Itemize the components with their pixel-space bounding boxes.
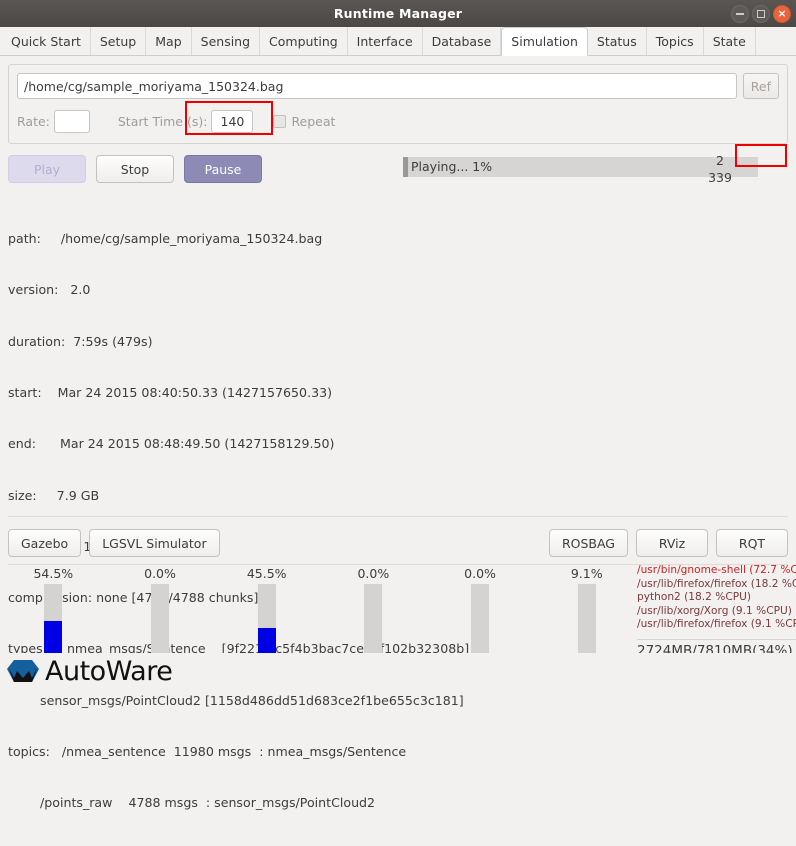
simulation-panel: Ref Rate: Start Time (s): Repeat Play St… — [0, 64, 796, 810]
bagfile-info-text: path: /home/cg/sample_moriyama_150324.ba… — [8, 196, 796, 846]
info-line-size: size: 7.9 GB — [8, 487, 100, 503]
stop-button[interactable]: Stop — [96, 155, 174, 183]
bagfile-options-row: Rate: Start Time (s): Repeat — [17, 108, 779, 134]
info-line-path: path: /home/cg/sample_moriyama_150324.ba… — [8, 231, 323, 247]
pause-button[interactable]: Pause — [184, 155, 262, 183]
tab-sensing[interactable]: Sensing — [192, 27, 261, 55]
cpu0-percent: 54.5% — [33, 566, 74, 581]
transport-controls: Play Stop Pause Playing... 1% 2 339 — [8, 153, 788, 185]
tab-computing[interactable]: Computing — [260, 27, 348, 55]
process-row: /usr/lib/firefox/firefox (9.1 %CPU) — [637, 618, 796, 631]
window-titlebar: Runtime Manager × — [0, 0, 796, 27]
start-time-input[interactable] — [211, 109, 254, 133]
tab-quick-start[interactable]: Quick Start — [2, 27, 91, 55]
rviz-button[interactable]: RViz — [636, 529, 708, 557]
tab-topics[interactable]: Topics — [647, 27, 704, 55]
tab-interface[interactable]: Interface — [348, 27, 423, 55]
info-line-duration: duration: 7:59s (479s) — [8, 333, 153, 349]
tab-map[interactable]: Map — [146, 27, 192, 55]
tab-simulation[interactable]: Simulation — [501, 27, 588, 56]
divider-above-tools — [8, 516, 788, 517]
play-button[interactable]: Play — [8, 155, 86, 183]
process-row: python2 (18.2 %CPU) — [637, 591, 751, 604]
window-title: Runtime Manager — [333, 6, 463, 21]
playback-counters: 2 339 — [690, 152, 750, 186]
repeat-checkbox[interactable] — [273, 114, 287, 128]
tool-buttons-row: Gazebo LGSVL Simulator ROSBAG RViz RQT — [8, 528, 788, 558]
bagfile-group: Ref Rate: Start Time (s): Repeat — [8, 64, 788, 144]
ref-button[interactable]: Ref — [742, 73, 779, 99]
process-row: /usr/lib/xorg/Xorg (9.1 %CPU) — [637, 604, 792, 617]
gazebo-button[interactable]: Gazebo — [8, 529, 82, 557]
lgsvl-simulator-button[interactable]: LGSVL Simulator — [89, 529, 220, 557]
tab-state[interactable]: State — [704, 27, 756, 55]
autoware-logo-icon — [7, 659, 39, 682]
close-icon[interactable]: × — [773, 4, 791, 23]
main-tabbar: Quick Start Setup Map Sensing Computing … — [0, 27, 796, 56]
info-line-topics-2: /points_raw 4788 msgs : sensor_msgs/Poin… — [8, 795, 376, 811]
tab-status[interactable]: Status — [588, 27, 647, 55]
rqt-button[interactable]: RQT — [716, 529, 788, 557]
info-line-start: start: Mar 24 2015 08:40:50.33 (14271576… — [8, 385, 333, 401]
tab-database[interactable]: Database — [423, 27, 502, 55]
repeat-label: Repeat — [291, 113, 336, 129]
process-row: /usr/bin/gnome-shell (72.7 %CPU) — [637, 564, 796, 576]
playback-progress-label: Playing... 1% — [411, 159, 493, 174]
info-line-end: end: Mar 24 2015 08:48:49.50 (1427158129… — [8, 436, 335, 452]
playback-progress-fill — [403, 157, 408, 177]
cpu1-percent: 0.0% — [144, 566, 176, 581]
minimize-icon[interactable] — [731, 4, 749, 23]
process-row: /usr/lib/firefox/firefox (18.2 %CPU) — [637, 577, 796, 590]
autoware-wordmark: AutoWare — [45, 655, 173, 687]
info-line-version: version: 2.0 — [8, 282, 91, 298]
start-time-label: Start Time (s): — [117, 113, 208, 129]
autoware-footer: AutoWare — [0, 653, 796, 689]
counter-current: 2 — [716, 153, 724, 168]
bagfile-path-row: Ref — [17, 73, 779, 99]
cpu3-percent: 0.0% — [357, 566, 390, 581]
cpu2-percent: 45.5% — [246, 566, 287, 581]
rate-input[interactable] — [53, 109, 90, 133]
playback-progress-area: Playing... 1% 2 339 — [403, 153, 758, 185]
cpu4-percent: 0.0% — [464, 566, 496, 581]
bagfile-path-input[interactable] — [17, 73, 737, 99]
tab-setup[interactable]: Setup — [91, 27, 147, 55]
counter-total: 339 — [708, 170, 732, 185]
cpu5-percent: 9.1% — [570, 566, 603, 581]
info-line-topics-1: topics: /nmea_sentence 11980 msgs : nmea… — [8, 744, 407, 759]
info-line-types-2: sensor_msgs/PointCloud2 [1158d486dd51d68… — [8, 692, 464, 708]
window-controls: × — [731, 0, 791, 27]
maximize-icon[interactable] — [752, 4, 770, 23]
rosbag-button[interactable]: ROSBAG — [548, 529, 628, 557]
tabbar-filler — [756, 27, 796, 55]
rate-label: Rate: — [17, 113, 50, 129]
